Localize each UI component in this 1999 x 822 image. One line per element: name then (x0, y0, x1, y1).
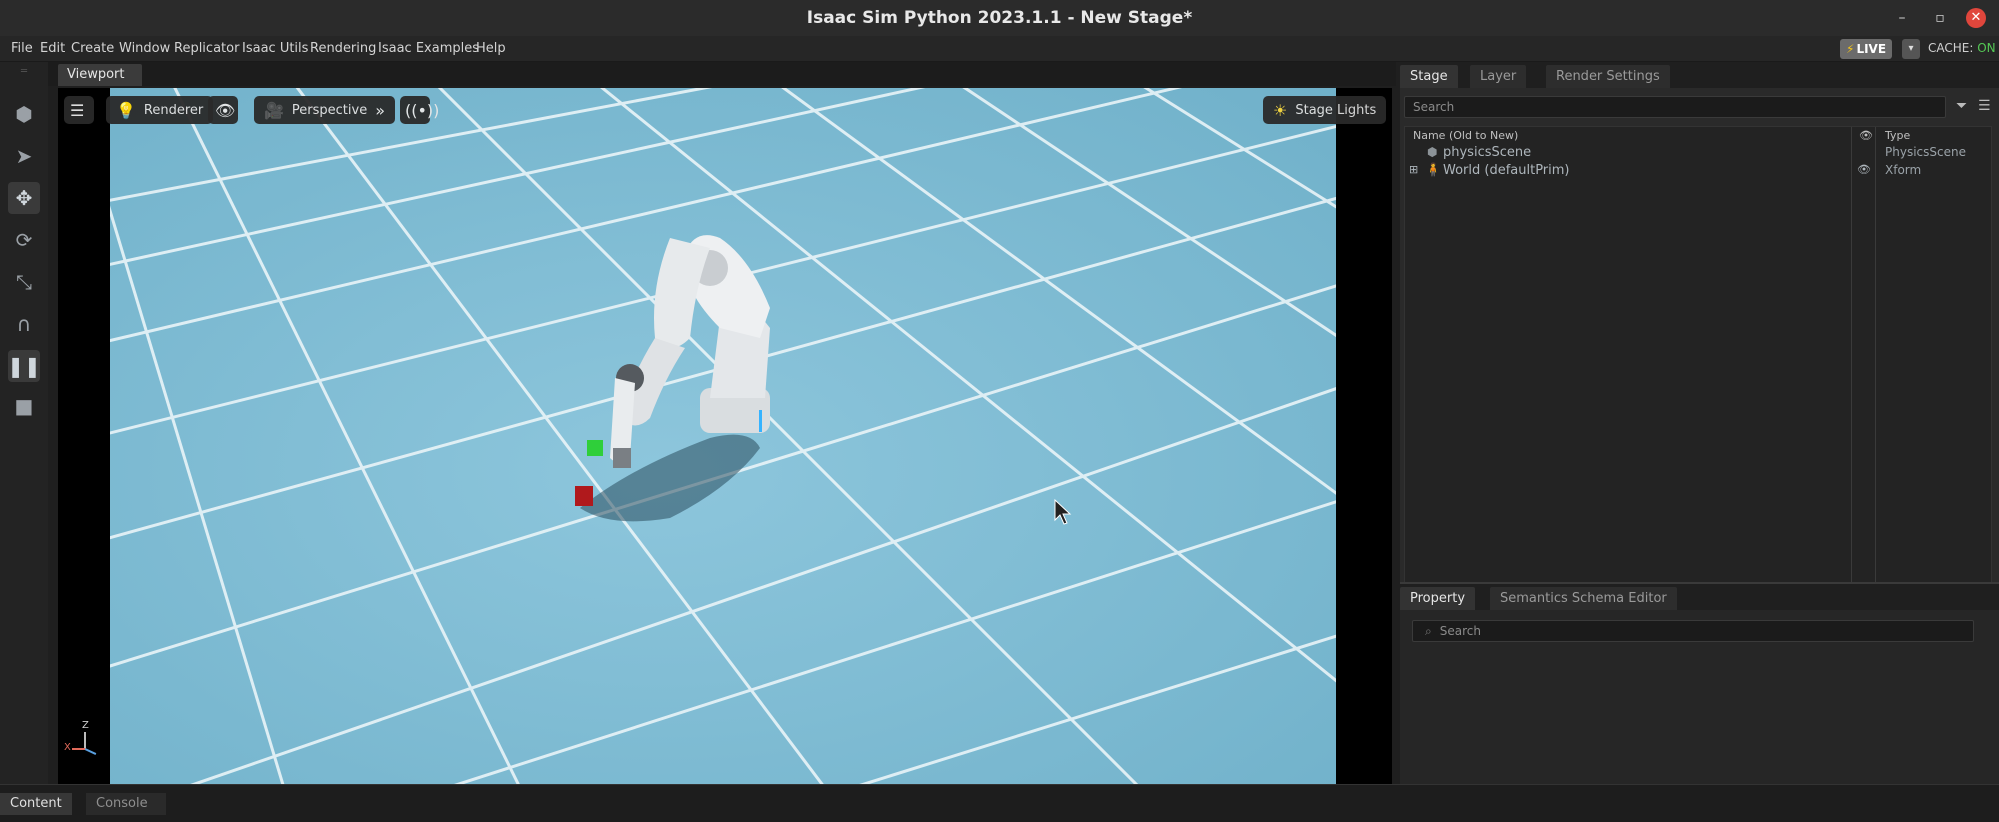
red-cube (575, 486, 593, 506)
menu-isaac-utils[interactable]: Isaac Utils (242, 41, 308, 56)
menu-create[interactable]: Create (71, 41, 114, 56)
sliders-icon: ☰ (70, 100, 85, 120)
filter-icon[interactable]: ⏷ (1956, 98, 1967, 114)
search-icon: ⌕ (1425, 624, 1432, 638)
chevron-right-icon: » (375, 100, 386, 120)
tab-render-settings[interactable]: Render Settings (1546, 65, 1670, 88)
expand-plus-icon[interactable]: ⊞ (1409, 163, 1418, 176)
stage-tab-bar: Stage Layer Render Settings (1400, 62, 1999, 88)
visibility-button[interactable]: 👁 (208, 96, 238, 124)
tree-row-physics-scene[interactable]: ⬢ physicsScene PhysicsScene (1405, 143, 1991, 163)
pause-icon[interactable]: ❚❚ (7, 350, 41, 382)
menu-rendering[interactable]: Rendering (310, 41, 376, 56)
cache-label: CACHE: (1928, 41, 1978, 55)
tab-property[interactable]: Property (1400, 587, 1476, 610)
tab-stage[interactable]: Stage (1400, 65, 1458, 88)
menu-window[interactable]: Window (119, 41, 170, 56)
prim-icon: ⬢ (1427, 145, 1438, 159)
row-name: physicsScene (1443, 145, 1532, 160)
camera-label: Perspective (291, 102, 368, 118)
tree-row-world[interactable]: ⊞ 🧍 World (defaultPrim) 👁 Xform (1405, 161, 1991, 181)
renderer-button[interactable]: 💡 Renderer (106, 96, 214, 124)
stop-icon[interactable]: ■ (8, 390, 40, 422)
title-bar: Isaac Sim Python 2023.1.1 - New Stage* –… (0, 0, 1999, 36)
cache-status: CACHE: ON (1928, 41, 1996, 55)
camera-button[interactable]: 🎥 Perspective » (254, 96, 396, 124)
ground-grid (110, 88, 1336, 784)
live-button[interactable]: ⚡ LIVE (1840, 39, 1893, 59)
broadcast-icon: ((•)) (405, 100, 440, 120)
menu-edit[interactable]: Edit (40, 41, 65, 56)
close-button[interactable]: ✕ (1966, 8, 1986, 28)
window-title: Isaac Sim Python 2023.1.1 - New Stage* (806, 8, 1193, 28)
menu-file[interactable]: File (11, 41, 33, 56)
menu-isaac-examples[interactable]: Isaac Examples (378, 41, 479, 56)
select-arrow-icon[interactable]: ➤ (8, 140, 40, 172)
column-name-header[interactable]: Name (Old to New) (1413, 129, 1518, 142)
viewport-tab-bar: Viewport (48, 62, 1396, 86)
visibility-eye-icon[interactable]: 👁 (1857, 163, 1871, 176)
property-search-input[interactable]: ⌕ Search (1412, 620, 1974, 642)
green-cube (587, 440, 603, 456)
move-tool-icon[interactable]: ✥ (8, 182, 40, 214)
row-type: Xform (1885, 163, 1922, 177)
broadcast-button[interactable]: ((•)) (400, 96, 439, 124)
sun-icon: ☀ (1273, 100, 1288, 120)
cache-value: ON (1977, 41, 1996, 55)
menu-bar: File Edit Create Window Replicator Isaac… (0, 36, 1999, 62)
lightbulb-icon: 💡 (116, 100, 136, 120)
minimize-button[interactable]: – (1892, 8, 1912, 28)
left-toolbar: ═ ⬢ ➤ ✥ ⟳ ⤡ ∩ ❚❚ ■ (0, 62, 48, 784)
property-search-placeholder: Search (1439, 624, 1481, 638)
stage-lights-label: Stage Lights (1295, 102, 1377, 118)
live-dropdown[interactable]: ▾ (1902, 39, 1920, 59)
axis-gizmo: Z X (64, 720, 104, 760)
live-label: LIVE (1856, 42, 1887, 56)
scale-tool-icon[interactable]: ⤡ (8, 266, 40, 298)
rotate-tool-icon[interactable]: ⟳ (8, 224, 40, 256)
menu-help[interactable]: Help (476, 41, 506, 56)
restore-button[interactable]: ▫ (1930, 8, 1950, 28)
tab-semantics-schema-editor[interactable]: Semantics Schema Editor (1490, 587, 1677, 610)
property-tab-bar: Property Semantics Schema Editor (1400, 584, 1999, 610)
viewport-settings-button[interactable]: ☰ (64, 96, 94, 124)
snap-magnet-icon[interactable]: ∩ (8, 308, 40, 340)
renderer-label: Renderer (143, 102, 204, 118)
stage-lights-button[interactable]: ☀ Stage Lights (1263, 96, 1387, 124)
scene-canvas[interactable] (110, 88, 1336, 784)
right-panel: Stage Layer Render Settings Search ⏷ ☰ N… (1400, 62, 1999, 784)
xform-person-icon: 🧍 (1425, 163, 1442, 178)
camera-icon: 🎥 (264, 100, 284, 120)
bottom-tab-bar: Content Console (0, 784, 1999, 822)
tab-viewport[interactable]: Viewport (58, 64, 142, 86)
tab-layer[interactable]: Layer (1470, 65, 1527, 88)
property-panel: Property Semantics Schema Editor ⌕ Search (1400, 582, 1999, 784)
tab-content[interactable]: Content (0, 793, 72, 815)
bolt-icon: ⚡ (1846, 42, 1855, 56)
tab-console[interactable]: Console (86, 793, 166, 815)
options-menu-icon[interactable]: ☰ (1978, 98, 1991, 114)
stage-search-input[interactable]: Search (1404, 96, 1946, 118)
row-type: PhysicsScene (1885, 145, 1966, 159)
axis-z-label: Z (82, 720, 89, 731)
axis-x-label: X (64, 742, 71, 753)
column-type-header[interactable]: Type (1885, 129, 1910, 142)
column-visibility-eye-icon[interactable]: 👁 (1859, 129, 1873, 142)
viewport[interactable]: ☰ 💡 Renderer 👁 🎥 Perspective » ((•)) ☀ Stage… (58, 88, 1392, 784)
eye-icon: 👁 (215, 100, 236, 120)
stage-tree: Name (Old to New) 👁 Type ⬢ physicsScene … (1404, 126, 1992, 638)
drag-handle-icon[interactable]: ═ (8, 66, 40, 77)
row-name: World (defaultPrim) (1443, 163, 1570, 178)
menu-replicator[interactable]: Replicator (174, 41, 239, 56)
cube-select-icon[interactable]: ⬢ (8, 98, 40, 130)
